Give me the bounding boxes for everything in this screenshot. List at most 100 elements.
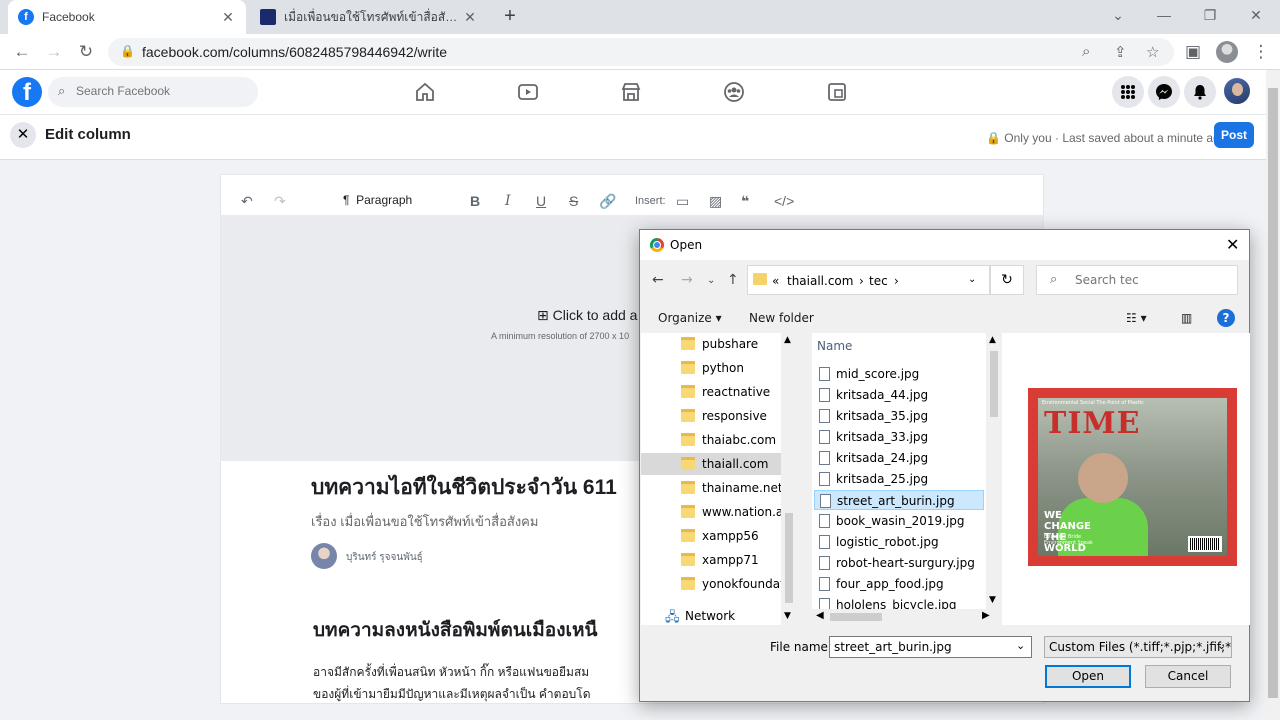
profile-avatar-icon[interactable] xyxy=(1216,41,1238,63)
scroll-down-icon[interactable]: ▼ xyxy=(989,595,996,605)
gaming-icon[interactable] xyxy=(826,81,848,103)
cancel-button[interactable]: Cancel xyxy=(1145,665,1231,688)
close-editor-button[interactable]: ✕ xyxy=(10,122,36,148)
chevron-down-icon[interactable]: ⌄ xyxy=(1217,639,1226,652)
breadcrumb-overflow[interactable]: « xyxy=(772,274,779,288)
back-icon[interactable]: ← xyxy=(11,41,33,63)
page-scrollbar[interactable] xyxy=(1266,70,1280,720)
back-icon[interactable]: ← xyxy=(652,272,664,288)
article-paragraph[interactable]: อาจมีสักครั้งที่เพื่อนสนิท หัวหน้า กิ๊ก … xyxy=(313,661,591,703)
menu-kebab-icon[interactable]: ⋮ xyxy=(1250,41,1272,63)
scroll-left-icon[interactable]: ◀ xyxy=(816,610,824,621)
file-item[interactable]: logistic_robot.jpg xyxy=(814,532,984,552)
messenger-icon[interactable] xyxy=(1148,76,1180,108)
file-item-selected[interactable]: street_art_burin.jpg xyxy=(814,490,984,510)
file-item[interactable]: robot-heart-surgury.jpg xyxy=(814,553,984,573)
tab-facebook[interactable]: f Facebook ✕ xyxy=(8,0,246,34)
close-tab-icon[interactable]: ✕ xyxy=(462,9,478,26)
tree-item[interactable]: www.nation.ac xyxy=(641,501,781,523)
menu-grid-icon[interactable] xyxy=(1112,76,1144,108)
side-panel-icon[interactable]: ▣ xyxy=(1182,41,1204,63)
article-title[interactable]: บทความไอทีในชีวิตประจำวัน 611 xyxy=(311,471,617,504)
tree-item[interactable]: thaiabc.com xyxy=(641,429,781,451)
insert-quote-icon[interactable]: ❝ xyxy=(741,193,749,210)
article-subtitle[interactable]: เรื่อง เมื่อเพื่อนขอใช้โทรศัพท์เข้าสื่อส… xyxy=(311,511,538,532)
link-icon[interactable]: 🔗 xyxy=(599,193,616,210)
scroll-up-icon[interactable]: ▲ xyxy=(784,335,791,345)
scrollbar-thumb[interactable] xyxy=(1268,88,1278,698)
forward-icon[interactable]: → xyxy=(43,41,65,63)
tree-item[interactable]: python xyxy=(641,357,781,379)
new-folder-button[interactable]: New folder xyxy=(749,311,814,325)
paragraph-style-dropdown[interactable]: ¶ Paragraph xyxy=(343,193,412,207)
view-options-icon[interactable]: ☷ ▾ xyxy=(1126,311,1147,325)
recent-locations-icon[interactable]: ⌄ xyxy=(707,275,715,286)
help-icon[interactable]: ? xyxy=(1217,309,1235,327)
post-button[interactable]: Post xyxy=(1214,122,1254,148)
tree-item[interactable]: responsive xyxy=(641,405,781,427)
tree-item[interactable]: xampp56 xyxy=(641,525,781,547)
scrollbar-thumb[interactable] xyxy=(830,613,882,621)
marketplace-icon[interactable] xyxy=(620,81,642,103)
refresh-icon[interactable]: ↻ xyxy=(990,265,1024,295)
reload-icon[interactable]: ↻ xyxy=(75,41,97,63)
folder-search[interactable]: ⌕ xyxy=(1036,265,1238,295)
facebook-search[interactable]: ⌕ xyxy=(48,77,258,107)
article-heading[interactable]: บทความลงหนังสือพิมพ์ตนเมืองเหนื xyxy=(313,615,598,645)
close-window-icon[interactable]: ✕ xyxy=(1236,4,1276,28)
search-input[interactable] xyxy=(1075,273,1225,287)
share-icon[interactable]: ⇪ xyxy=(1114,43,1127,61)
file-list-scrollbar[interactable]: ▲ ▼ xyxy=(986,333,1002,609)
breadcrumb-separator[interactable]: › xyxy=(894,274,899,288)
up-folder-icon[interactable]: ↑ xyxy=(727,272,739,288)
breadcrumb-separator[interactable]: › xyxy=(859,274,864,288)
tree-item-selected[interactable]: thaiall.com xyxy=(641,453,781,475)
breadcrumb-thaiall[interactable]: thaiall.com xyxy=(787,274,853,288)
name-column-header[interactable]: Name xyxy=(817,339,852,353)
chevron-down-icon[interactable]: ⌄ xyxy=(1016,639,1025,652)
tree-item[interactable]: reactnative xyxy=(641,381,781,403)
notifications-bell-icon[interactable] xyxy=(1184,76,1216,108)
tree-network[interactable]: 🖧 Network xyxy=(641,605,781,625)
scrollbar-thumb[interactable] xyxy=(785,513,793,603)
file-name-input[interactable] xyxy=(829,636,1032,658)
zoom-icon[interactable]: ⌕ xyxy=(1082,43,1090,60)
strikethrough-icon[interactable]: S xyxy=(569,193,578,209)
address-bar[interactable]: 🔒 facebook.com/columns/6082485798446942/… xyxy=(108,38,1174,66)
file-item[interactable]: kritsada_35.jpg xyxy=(814,406,984,426)
organize-menu[interactable]: Organize ▾ xyxy=(658,311,722,325)
minimize-icon[interactable]: — xyxy=(1144,4,1184,28)
scroll-down-icon[interactable]: ▼ xyxy=(784,611,791,621)
tree-item[interactable]: xampp71 xyxy=(641,549,781,571)
groups-icon[interactable] xyxy=(723,81,745,103)
watch-video-icon[interactable] xyxy=(517,81,539,103)
file-item[interactable]: kritsada_25.jpg xyxy=(814,469,984,489)
preview-pane-icon[interactable]: ▥ xyxy=(1181,311,1192,325)
search-input[interactable] xyxy=(76,84,246,98)
file-item[interactable]: four_app_food.jpg xyxy=(814,574,984,594)
account-avatar[interactable] xyxy=(1222,76,1252,106)
file-item[interactable]: mid_score.jpg xyxy=(814,364,984,384)
chevron-down-icon[interactable]: ⌄ xyxy=(968,274,976,285)
tab-article[interactable]: เมื่อเพื่อนขอใช้โทรศัพท์เข้าสื่อสังคม : … xyxy=(250,0,488,34)
scroll-up-icon[interactable]: ▲ xyxy=(989,335,996,345)
undo-icon[interactable]: ↶ xyxy=(241,193,253,210)
file-type-select[interactable]: Custom Files (*.tiff;*.pjp;*.jfif;*.I ⌄ xyxy=(1044,636,1232,658)
insert-code-icon[interactable]: </> xyxy=(774,193,794,209)
scroll-right-icon[interactable]: ▶ xyxy=(982,610,990,621)
redo-icon[interactable]: ↷ xyxy=(274,193,286,210)
bold-icon[interactable]: B xyxy=(470,193,480,209)
tree-item[interactable]: pubshare xyxy=(641,333,781,355)
forward-icon[interactable]: → xyxy=(681,272,693,288)
file-item[interactable]: kritsada_24.jpg xyxy=(814,448,984,468)
file-item[interactable]: kritsada_44.jpg xyxy=(814,385,984,405)
tree-item[interactable]: yonokfoundati xyxy=(641,573,781,595)
insert-image-icon[interactable]: ▨ xyxy=(709,193,722,210)
file-item[interactable]: kritsada_33.jpg xyxy=(814,427,984,447)
tree-scrollbar[interactable]: ▲ ▼ xyxy=(781,333,797,625)
facebook-logo-icon[interactable]: f xyxy=(12,77,42,107)
scrollbar-thumb[interactable] xyxy=(990,351,998,417)
restore-icon[interactable]: ❐ xyxy=(1190,4,1230,28)
close-tab-icon[interactable]: ✕ xyxy=(220,9,236,26)
bookmark-star-icon[interactable]: ☆ xyxy=(1146,43,1159,61)
